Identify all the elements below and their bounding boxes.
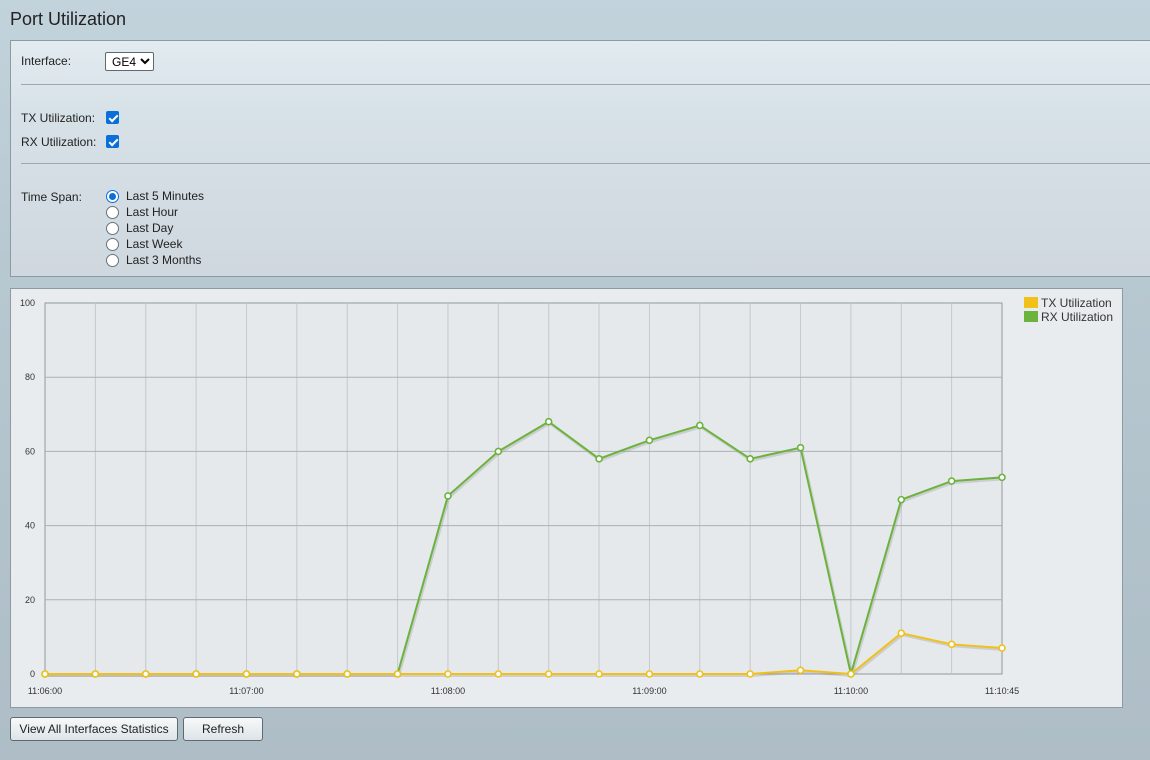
data-point (645, 670, 654, 678)
interface-select[interactable]: GE4 (105, 52, 154, 71)
data-point (897, 495, 906, 504)
x-tick-label: 11:07:00 (229, 686, 263, 696)
plot-area (44, 302, 1003, 675)
separator (21, 84, 1150, 85)
data-point (91, 670, 100, 678)
data-point (393, 670, 402, 678)
time-span-radio-3months[interactable] (106, 254, 119, 267)
legend-label: TX Utilization (1041, 296, 1112, 310)
data-point (141, 670, 150, 678)
data-point (544, 417, 553, 426)
data-point (494, 447, 503, 456)
data-point (544, 670, 553, 678)
data-point (796, 443, 805, 452)
y-tick-label: 40 (25, 521, 35, 531)
page-title: Port Utilization (10, 9, 127, 29)
separator (21, 163, 1150, 164)
data-point (947, 640, 956, 649)
x-tick-label: 11:08:00 (431, 686, 465, 696)
data-point (897, 629, 906, 637)
legend-label: RX Utilization (1041, 310, 1113, 324)
time-span-radio-hour[interactable] (106, 206, 119, 219)
data-point (494, 670, 503, 678)
y-tick-label: 0 (30, 669, 35, 679)
utilization-chart-panel: 0 20 40 60 80 100 11:06:00 11:07:00 11:08:00 11:0… (10, 288, 1123, 708)
data-point (595, 670, 603, 678)
data-point (41, 670, 49, 678)
time-span-option-label: Last Hour (126, 205, 179, 219)
time-span-label: Time Span: (21, 190, 82, 204)
interface-label: Interface: (21, 54, 72, 68)
time-span-option-label: Last 5 Minutes (126, 189, 205, 203)
data-point (746, 455, 754, 463)
tx-utilization-checkbox[interactable] (106, 111, 119, 124)
y-tick-label: 80 (25, 372, 35, 382)
x-tick-label: 11:10:00 (834, 686, 868, 696)
data-point (998, 644, 1006, 652)
data-point (695, 670, 704, 678)
port-utilization-form: Interface: GE4 TX Utilization: RX Utiliz… (10, 40, 1150, 277)
time-span-radio-5min[interactable] (106, 190, 119, 203)
time-span-option-label: Last 3 Months (126, 253, 202, 267)
data-point (595, 455, 603, 463)
y-tick-label: 60 (25, 446, 35, 456)
data-point (998, 473, 1006, 482)
data-point (847, 670, 855, 678)
x-tick-label: 11:10:45 (985, 686, 1019, 696)
x-tick-label: 11:06:00 (28, 686, 62, 696)
data-point (444, 492, 452, 500)
time-span-radio-day[interactable] (106, 222, 119, 235)
legend-swatch (1024, 311, 1038, 322)
refresh-button[interactable]: Refresh (183, 717, 263, 741)
rx-utilization-checkbox[interactable] (106, 135, 119, 148)
legend-swatch (1024, 297, 1038, 308)
tx-utilization-label: TX Utilization: (21, 111, 96, 125)
data-point (293, 670, 301, 678)
utilization-chart: 0 20 40 60 80 100 11:06:00 11:07:00 11:08:00 11:0… (20, 296, 1113, 696)
y-tick-label: 100 (20, 298, 35, 308)
data-point (645, 436, 654, 445)
data-point (192, 670, 200, 678)
x-tick-label: 11:09:00 (632, 686, 666, 696)
time-span-option-label: Last Day (126, 221, 174, 235)
data-point (796, 666, 805, 675)
time-span-option-label: Last Week (126, 237, 183, 251)
y-tick-label: 20 (25, 595, 35, 605)
data-point (695, 421, 704, 430)
data-point (947, 477, 956, 485)
time-span-radio-week[interactable] (106, 238, 119, 251)
data-point (343, 670, 352, 678)
rx-utilization-label: RX Utilization: (21, 135, 97, 149)
view-all-interfaces-statistics-button[interactable]: View All Interfaces Statistics (10, 717, 178, 741)
data-point (444, 670, 452, 678)
data-point (746, 670, 754, 678)
data-point (242, 670, 251, 678)
